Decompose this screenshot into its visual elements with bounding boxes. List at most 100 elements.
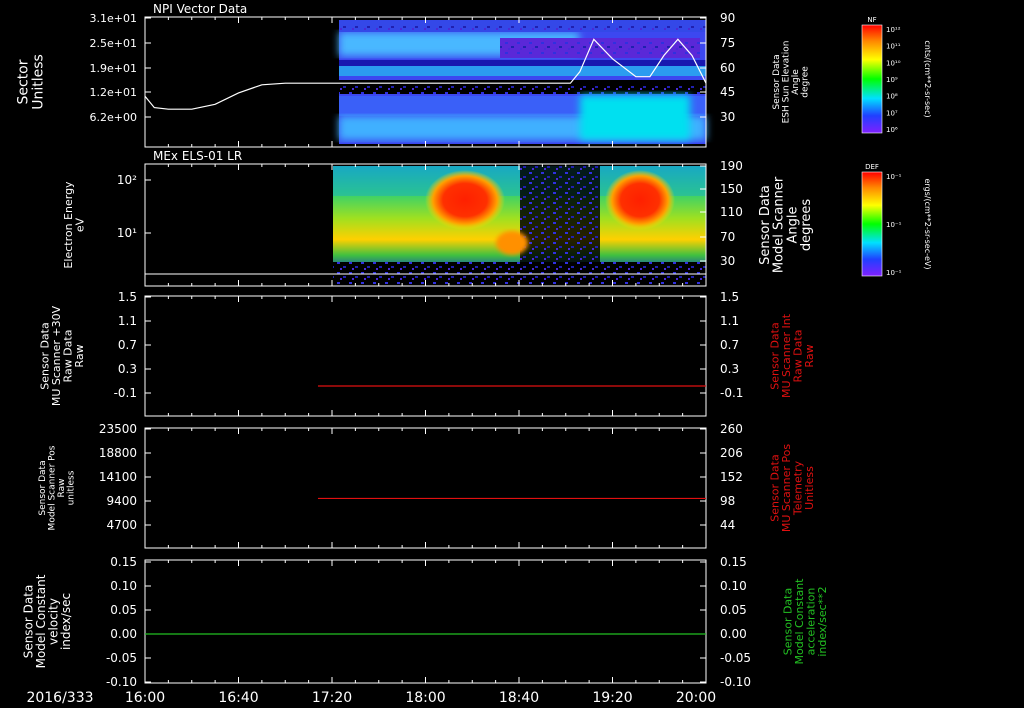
y-axis-label-line: eV [74, 217, 87, 232]
y2-axis-label-line: Raw [803, 344, 816, 367]
y2-tick-label: 70 [720, 230, 735, 244]
y-axis-label: Sensor DataModel Constantvelocityindex/s… [21, 574, 73, 668]
y2-axis-label-line: degrees [799, 199, 814, 252]
x-tick-label: 18:40 [499, 690, 539, 706]
y-tick-label: 0.7 [118, 338, 137, 352]
colorbar-tick-label: 10⁻¹ [886, 173, 902, 181]
y2-axis-label-line: index/sec**2 [816, 586, 829, 656]
y-axis-label: Sensor Data Model Scanner Pos Raw unitless [38, 445, 76, 530]
colorbar-tick-label: 10⁻¹ [886, 269, 902, 277]
y2-tick-label: 206 [720, 446, 743, 460]
y2-axis-label: Sensor DataModel Constantaccelerationind… [782, 578, 830, 665]
y-tick-label: 6.2e+00 [90, 111, 137, 124]
y2-tick-label: -0.1 [720, 386, 743, 400]
colorbar [861, 171, 883, 277]
y2-tick-label: 30 [720, 254, 735, 268]
y-tick-label: 1.9e+01 [90, 62, 137, 75]
y-axis-label: Electron EnergyeV [62, 181, 87, 269]
y-tick-label: 9400 [106, 494, 137, 508]
panel-title: MEx ELS-01 LR [153, 149, 242, 163]
y2-tick-label: 45 [720, 85, 735, 99]
colorbar-tick-label: 10⁸ [886, 93, 898, 101]
y-tick-label: 1.1 [118, 314, 137, 328]
colorbar-units-text: ergs/(cm**2-sr-sec-eV) [923, 178, 932, 269]
y2-tick-label: 75 [720, 36, 735, 50]
x-tick-label: 16:40 [218, 690, 258, 706]
y2-tick-label: 0.10 [720, 579, 747, 593]
panel-title: NPI Vector Data [153, 2, 247, 16]
y2-tick-label: 90 [720, 11, 735, 25]
y2-tick-label: 0.7 [720, 338, 739, 352]
y2-tick-label: -0.05 [720, 651, 751, 665]
x-tick-label: 16:00 [125, 690, 165, 706]
y2-axis-label: Sensor Data ESH Sun Elevation Angle degree [772, 41, 810, 124]
y2-tick-label: 0.15 [720, 555, 747, 569]
y2-tick-label: 30 [720, 110, 735, 124]
colorbar-tick-label: 10¹¹ [886, 43, 901, 51]
npi-heatmap [339, 20, 706, 144]
y-tick-label: 1.5 [118, 290, 137, 304]
els-spectrogram [333, 166, 706, 284]
y-axis-label-line: Unitless [30, 54, 46, 110]
y2-tick-label: 260 [720, 422, 743, 436]
y-tick-label: 2.5e+01 [90, 37, 137, 50]
y2-axis-label-line: degree [800, 66, 810, 98]
y-tick-label: 10¹ [117, 226, 137, 240]
date-label: 2016/333 [26, 690, 93, 706]
y-tick-label: 14100 [99, 470, 137, 484]
y2-tick-label: 1.1 [720, 314, 739, 328]
y2-tick-label: 110 [720, 205, 743, 219]
y2-tick-label: 150 [720, 182, 743, 196]
panel-frame [144, 559, 707, 684]
colorbar-units-text: cnts/(cm**2-sr-sec) [923, 40, 932, 117]
y-axis-label-line: unitless [66, 470, 76, 505]
x-tick-label: 20:00 [676, 690, 716, 706]
panel-frame [144, 427, 707, 549]
y2-tick-label: 190 [720, 159, 743, 173]
y-axis-label-line: Sector [16, 59, 32, 104]
y-tick-label: -0.05 [106, 651, 137, 665]
panel-frame [144, 295, 707, 417]
y2-axis-label: Sensor DataMU Scanner PosTelemetryUnitle… [769, 444, 817, 533]
y2-tick-label: 1.5 [720, 290, 739, 304]
colorbar-units: ergs/(cm**2-sr-sec-eV) [923, 178, 932, 269]
x-tick-label: 17:20 [312, 690, 352, 706]
y-axis-label-line: Raw [73, 344, 86, 367]
y2-tick-label: 0.00 [720, 627, 747, 641]
colorbar-units: cnts/(cm**2-sr-sec) [923, 40, 932, 117]
y2-tick-label: 98 [720, 494, 735, 508]
colorbar [861, 24, 883, 134]
y2-tick-label: 0.05 [720, 603, 747, 617]
y2-tick-label: 0.3 [720, 362, 739, 376]
y-tick-label: 1.2e+01 [90, 86, 137, 99]
colorbar-tick-label: 10¹² [886, 26, 901, 34]
x-tick-label: 18:00 [405, 690, 445, 706]
y-tick-label: -0.10 [106, 675, 137, 689]
figure-canvas: NPI Vector Data 3.1e+01 2.5e+01 1.9e+01 1.2e… [16, 2, 932, 706]
colorbar-title: NF [867, 16, 876, 24]
colorbar-title: DEF [865, 163, 879, 171]
y-tick-label: 10² [117, 173, 137, 187]
y-axis-label: Sensor DataMU Scanner +30VRaw DataRaw [39, 305, 87, 406]
y-tick-label: 0.00 [110, 627, 137, 641]
y2-axis-label: Sensor DataMU Scanner IntRaw DataRaw [769, 313, 817, 398]
y-tick-label: 18800 [99, 446, 137, 460]
y2-tick-label: 44 [720, 518, 735, 532]
y2-tick-label: -0.10 [720, 675, 751, 689]
y-tick-label: 0.15 [110, 555, 137, 569]
colorbar-tick-label: 10⁶ [886, 126, 898, 134]
y-tick-label: 0.05 [110, 603, 137, 617]
colorbar-tick-label: 10¹⁰ [886, 59, 901, 67]
colorbar-tick-label: 10⁻¹ [886, 221, 902, 229]
y2-tick-label: 60 [720, 61, 735, 75]
y2-axis-label: Sensor DataModel ScannerAngledegrees [758, 176, 814, 273]
colorbar-tick-label: 10⁹ [886, 76, 898, 84]
colorbar-tick-label: 10⁷ [886, 109, 898, 117]
y-axis-label: SectorUnitless [16, 54, 47, 110]
y-tick-label: 3.1e+01 [90, 12, 137, 25]
y-tick-label: 23500 [99, 422, 137, 436]
y-tick-label: -0.1 [114, 386, 137, 400]
y-tick-label: 0.3 [118, 362, 137, 376]
y2-tick-label: 152 [720, 470, 743, 484]
y-tick-label: 4700 [106, 518, 137, 532]
